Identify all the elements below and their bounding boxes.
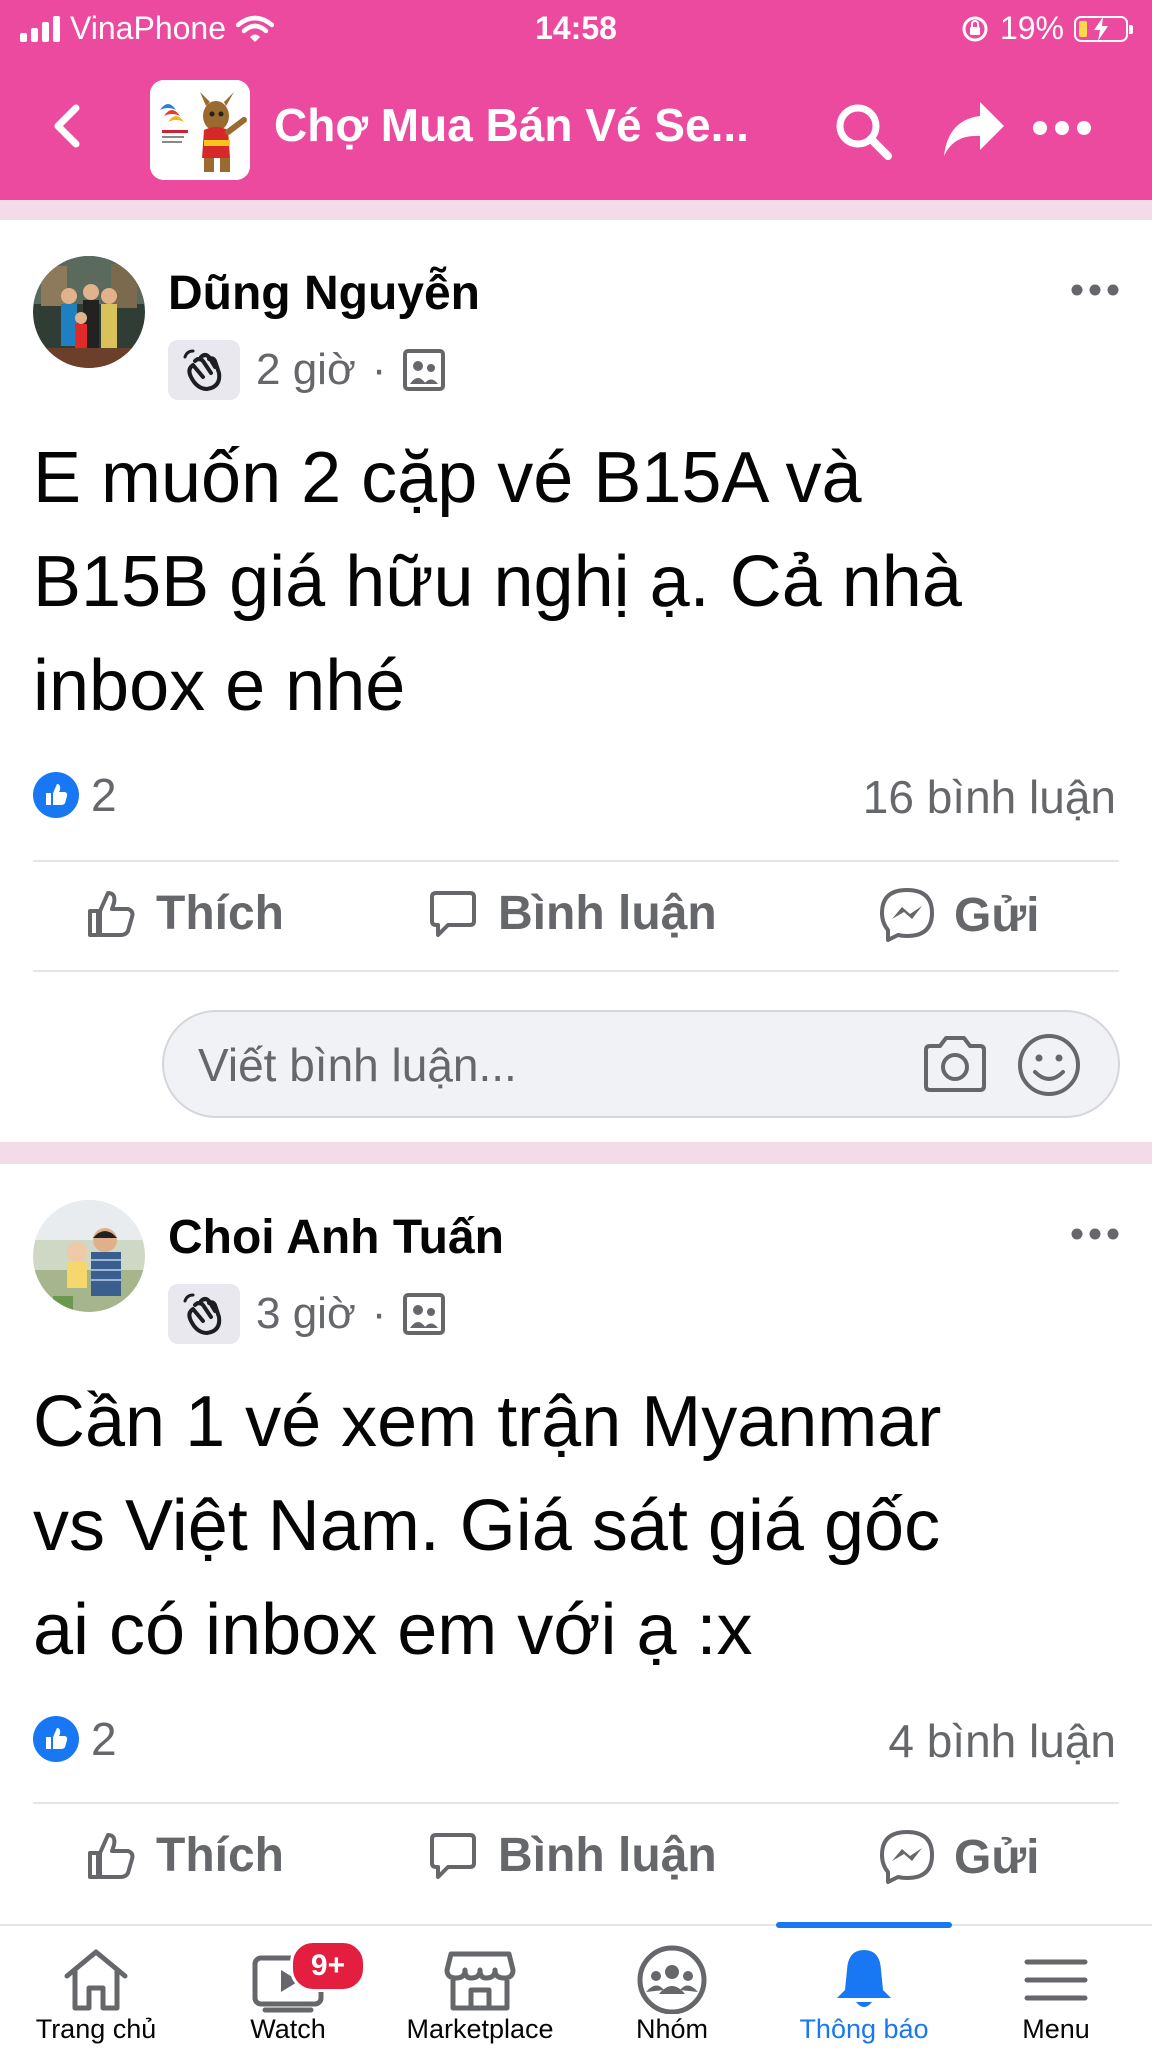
nav-label: Menu [1022,2014,1090,2044]
bottom-navigation: Trang chủ Watch 9+ Marketplace Nhóm Thôn… [0,1922,1152,2050]
comment-icon [430,1832,476,1879]
like-button[interactable]: Thích [84,1828,284,1883]
post-card: Choi Anh Tuấn 3 giờ · Cần 1 vé xem trận … [0,1164,1152,1924]
post-meta: 2 giờ · [168,340,446,400]
post-options-icon[interactable] [1070,282,1120,298]
more-horizontal-icon[interactable] [1030,118,1094,138]
nav-home[interactable]: Trang chủ [0,1926,192,2050]
battery-percent: 19% [999,10,1064,46]
home-icon [64,1949,128,2011]
comment-button[interactable]: Bình luận [426,1828,717,1883]
nav-label: Watch [250,2014,326,2044]
messenger-icon [880,1830,934,1884]
battery-icon [1074,15,1133,42]
comment-label: Bình luận [498,1829,717,1882]
comment-icon [430,890,476,937]
nav-label: Nhóm [635,2014,709,2044]
new-member-badge [168,340,240,400]
group-logo-image [150,80,250,180]
post-card: Dũng Nguyễn 2 giờ · E muốn 2 cặp vé B15A… [0,220,1152,1142]
like-reaction-icon [33,772,79,818]
orientation-lock-icon [962,16,988,41]
search-icon[interactable] [832,100,894,162]
back-button[interactable] [38,96,98,156]
avatar[interactable] [33,256,145,368]
status-bar: VinaPhone 14:58 19% [0,0,1152,58]
groups-icon [637,1945,707,2014]
divider [33,860,1119,862]
charging-bolt-icon [1094,16,1108,41]
nav-menu[interactable]: Menu [960,1926,1152,2050]
group-audience-icon [403,349,446,391]
nav-label: Trang chủ [35,2014,157,2044]
battery-fill [1079,20,1087,37]
like-reaction-icon [33,1716,79,1762]
waving-hand-icon [183,1293,222,1335]
like-label: Thích [156,887,284,940]
nav-label: Thông báo [799,2014,929,2044]
messenger-icon [880,888,934,942]
comment-count[interactable]: 16 bình luận [863,770,1116,824]
group-title[interactable]: Chợ Mua Bán Vé Se... [274,98,749,152]
status-right: 19% [960,10,1133,47]
send-button[interactable]: Gửi [878,1828,1039,1886]
nav-marketplace[interactable]: Marketplace [384,1926,576,2050]
like-button[interactable]: Thích [84,886,284,941]
divider [33,970,1119,972]
comment-input[interactable]: Viết bình luận... [162,1010,1120,1118]
notification-badge: 9+ [290,1940,366,1992]
like-count: 2 [91,769,117,821]
post-text: Cần 1 vé xem trận Myanmar vs Việt Nam. G… [33,1382,942,1670]
like-label: Thích [156,1829,284,1882]
nav-groups[interactable]: Nhóm [576,1926,768,2050]
comment-placeholder: Viết bình luận... [198,1039,517,1091]
group-avatar[interactable] [150,80,250,180]
emoji-icon[interactable] [1016,1032,1082,1098]
shop-icon [444,1951,516,2011]
send-label: Gửi [954,1830,1040,1884]
post-options-icon[interactable] [1070,1226,1120,1242]
comment-count[interactable]: 4 bình luận [888,1714,1116,1768]
avatar[interactable] [33,1200,145,1312]
reaction-summary[interactable]: 2 [33,768,117,822]
send-label: Gửi [954,888,1040,942]
feed-separator [0,200,1152,220]
like-count: 2 [91,1713,117,1765]
meta-separator: · [371,1289,387,1338]
thumbs-up-icon [88,890,135,937]
feed-separator [0,1142,1152,1164]
post-author[interactable]: Choi Anh Tuấn [168,1210,504,1265]
bell-icon [837,1950,891,2007]
new-member-badge [168,1284,240,1344]
comment-button[interactable]: Bình luận [426,886,717,941]
share-icon[interactable] [940,98,1006,160]
nav-notifications[interactable]: Thông báo [768,1926,960,2050]
thumbs-up-icon [88,1832,135,1879]
send-button[interactable]: Gửi [878,886,1039,944]
waving-hand-icon [183,349,222,391]
post-text: E muốn 2 cặp vé B15A và B15B giá hữu ngh… [33,438,962,726]
nav-label: Marketplace [406,2014,554,2044]
reaction-summary[interactable]: 2 [33,1712,117,1766]
post-time[interactable]: 3 giờ [256,1289,356,1339]
comment-label: Bình luận [498,887,717,940]
top-bar: VinaPhone 14:58 19% Chợ Mua Bán Vé Se... [0,0,1152,200]
avatar-image [33,256,145,368]
menu-icon [1024,1959,1088,2001]
group-header: Chợ Mua Bán Vé Se... [0,70,1152,186]
group-audience-icon [403,1293,446,1335]
divider [33,1802,1119,1804]
camera-icon[interactable] [920,1032,990,1096]
post-author[interactable]: Dũng Nguyễn [168,266,480,321]
post-meta: 3 giờ · [168,1284,446,1344]
avatar-image [33,1200,145,1312]
post-time[interactable]: 2 giờ [256,345,356,395]
meta-separator: · [371,345,387,394]
